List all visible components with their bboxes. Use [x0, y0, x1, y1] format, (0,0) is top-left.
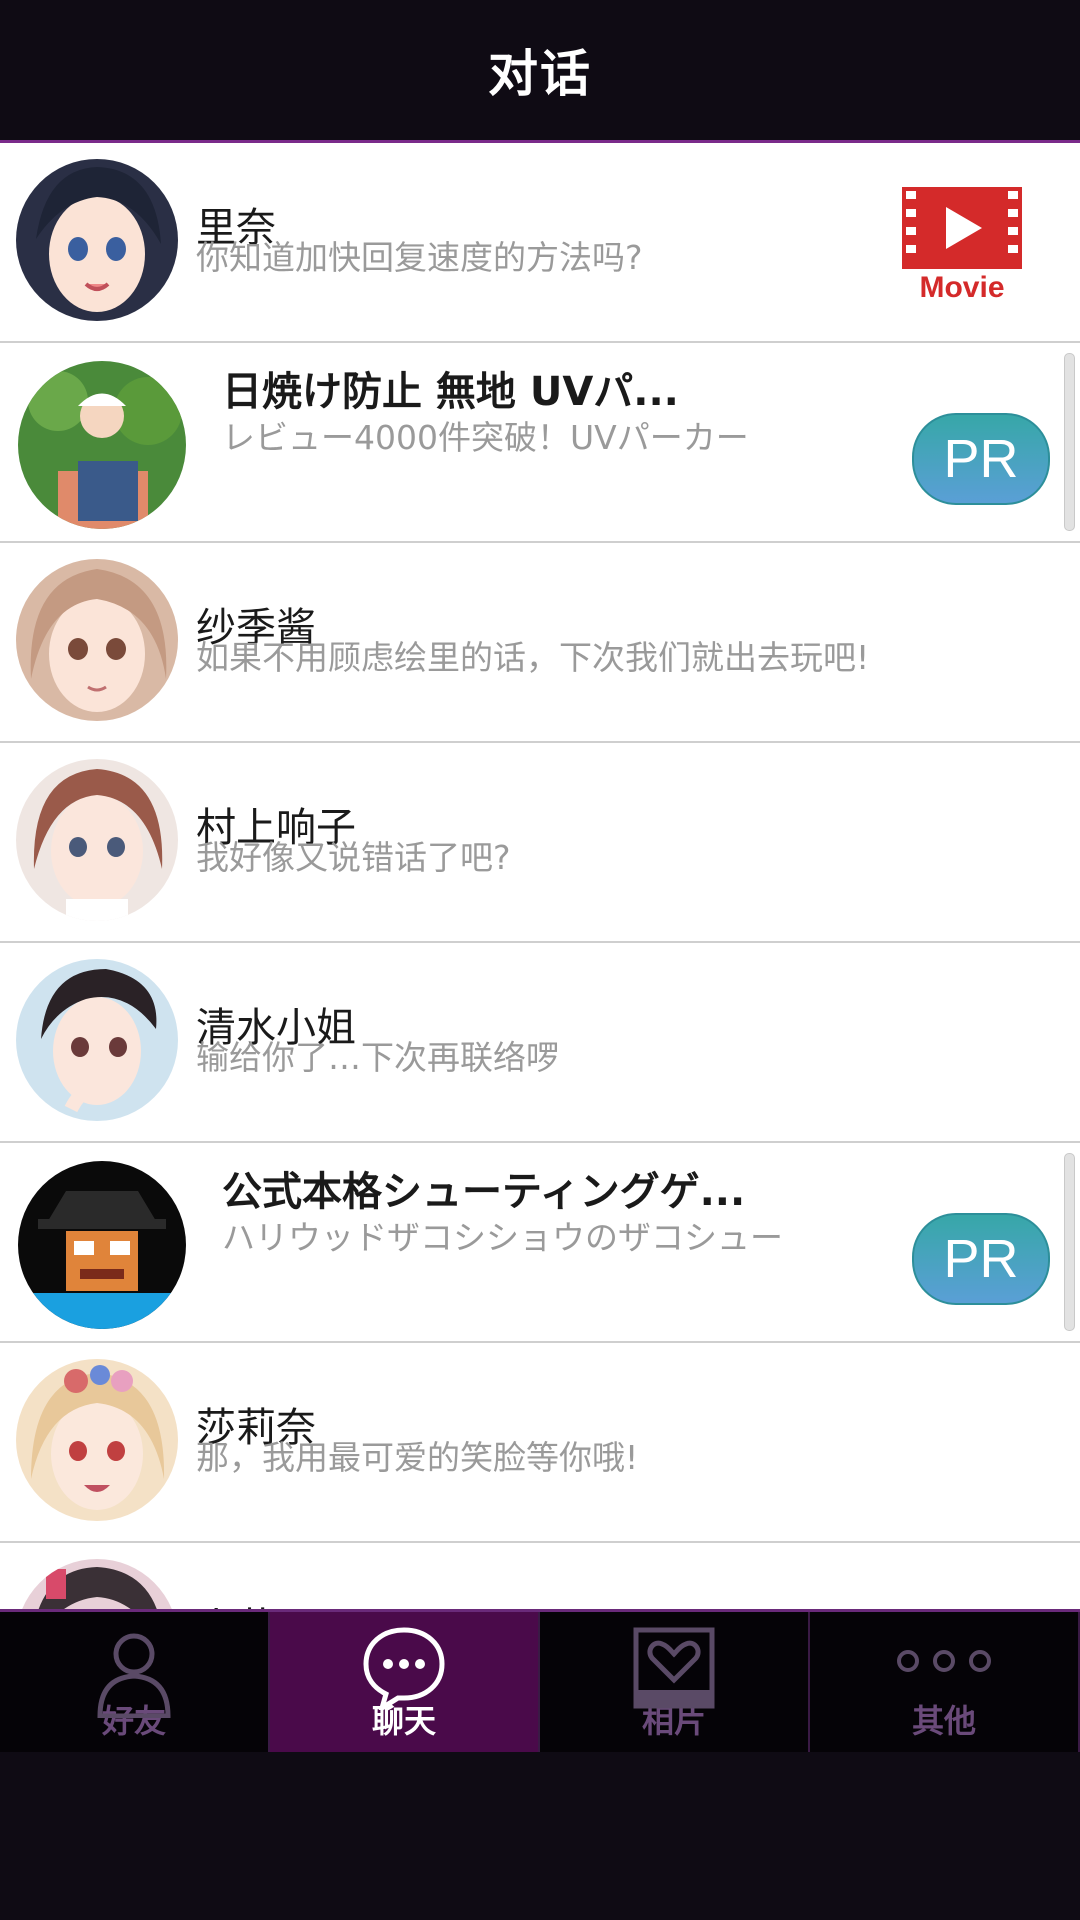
- avatar: [16, 759, 178, 921]
- page-title: 对话: [488, 45, 592, 103]
- last-message: 如果不用顾虑绘里的话，下次我们就出去玩吧!: [196, 638, 870, 677]
- conversation-list[interactable]: 里奈 你知道加快回复速度的方法吗? Movie 日焼け防止 無地 UVパ... …: [0, 143, 1080, 1609]
- conversation-item[interactable]: 莎莉奈 那，我用最可爱的笑脸等你哦!: [0, 1343, 1080, 1543]
- avatar: [16, 559, 178, 721]
- tab-label: 其他: [911, 1702, 976, 1740]
- last-message: 你知道加快回复速度的方法吗?: [196, 238, 643, 277]
- ad-item[interactable]: 日焼け防止 無地 UVパ... レビュー4000件突破！UVパーカー PR: [0, 343, 1080, 543]
- ad-scroll-indicator: [1064, 353, 1075, 531]
- ad-title: 公式本格シューティングゲ...: [222, 1169, 746, 1215]
- contact-name: 小花: [196, 1595, 276, 1609]
- photo-heart-icon: [632, 1626, 716, 1714]
- pr-badge[interactable]: PR: [912, 1213, 1050, 1305]
- movie-badge[interactable]: Movie: [900, 185, 1024, 304]
- avatar: [18, 361, 186, 529]
- tab-other[interactable]: 其他: [810, 1612, 1080, 1752]
- last-message: 我好像又说错话了吧?: [196, 838, 511, 877]
- tab-friends[interactable]: 好友: [0, 1612, 270, 1752]
- bottom-spacer: [0, 1752, 1080, 1920]
- ad-item[interactable]: 公式本格シューティングゲ... ハリウッドザコシショウのザコシュー PR: [0, 1143, 1080, 1343]
- bottom-tab-bar: 好友 聊天 相片 其他: [0, 1609, 1080, 1755]
- ad-title: 日焼け防止 無地 UVパ...: [222, 369, 679, 415]
- conversation-item[interactable]: 纱季酱 如果不用顾虑绘里的话，下次我们就出去玩吧!: [0, 543, 1080, 743]
- top-bar: 对话: [0, 0, 1080, 143]
- ad-scroll-indicator: [1064, 1153, 1075, 1331]
- chat-bubble-icon: [362, 1626, 446, 1714]
- avatar: [16, 959, 178, 1121]
- conversation-item[interactable]: 小花: [0, 1543, 1080, 1609]
- tab-chat[interactable]: 聊天: [270, 1612, 540, 1752]
- avatar: [18, 1161, 186, 1329]
- ad-description: ハリウッドザコシショウのザコシュー: [222, 1218, 783, 1257]
- conversation-item[interactable]: 清水小姐 输给你了…下次再联络啰: [0, 943, 1080, 1143]
- tab-photos[interactable]: 相片: [540, 1612, 810, 1752]
- last-message: 那，我用最可爱的笑脸等你哦!: [196, 1438, 639, 1477]
- person-icon: [94, 1626, 174, 1722]
- last-message: 输给你了…下次再联络啰: [196, 1038, 559, 1077]
- avatar: [16, 1559, 178, 1609]
- more-dots-icon: [894, 1646, 994, 1680]
- svg-text:Movie: Movie: [919, 271, 1004, 303]
- ad-description: レビュー4000件突破！UVパーカー: [222, 418, 749, 457]
- pr-badge[interactable]: PR: [912, 413, 1050, 505]
- avatar: [16, 1359, 178, 1521]
- conversation-item[interactable]: 里奈 你知道加快回复速度的方法吗? Movie: [0, 143, 1080, 343]
- conversation-item[interactable]: 村上响子 我好像又说错话了吧?: [0, 743, 1080, 943]
- avatar: [16, 159, 178, 321]
